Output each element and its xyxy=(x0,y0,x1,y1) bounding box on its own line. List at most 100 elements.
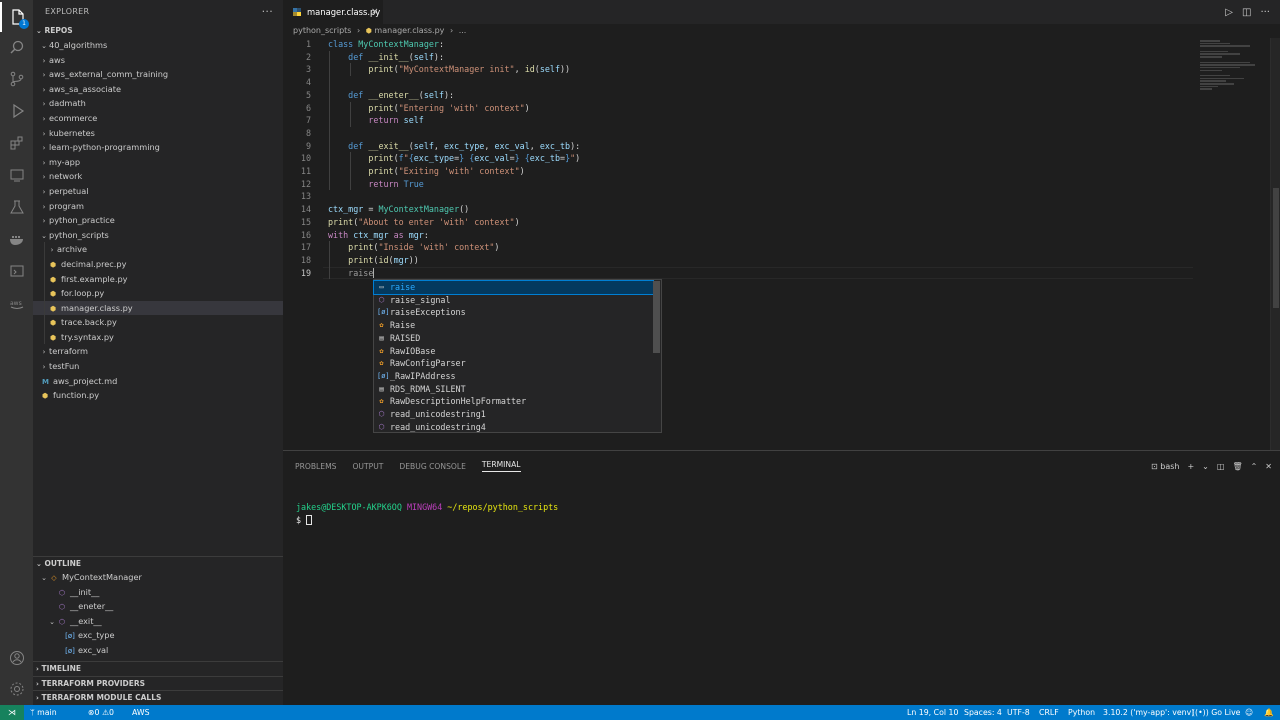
more-editor-actions-icon[interactable]: ··· xyxy=(1260,7,1270,18)
tab-manager-class-py[interactable]: manager.class.py × xyxy=(283,0,383,24)
tree-file[interactable]: ⬢ first.example.py xyxy=(33,271,283,287)
tree-folder[interactable]: › aws xyxy=(33,53,283,68)
suggestion-item[interactable]: [ø] raiseExceptions xyxy=(374,306,653,319)
tree-file[interactable]: ⬢ decimal.prec.py xyxy=(33,256,283,272)
terraform-module-calls-section-header[interactable]: › TERRAFORM MODULE CALLS xyxy=(33,690,283,704)
close-panel-icon[interactable]: ✕ xyxy=(1265,462,1272,471)
suggestion-item[interactable]: [ø] _RawIPAddress xyxy=(374,370,653,383)
indentation[interactable]: Spaces: 4 xyxy=(964,705,1002,720)
notifications-bell-icon[interactable]: 🔔 xyxy=(1264,705,1274,720)
tree-file[interactable]: ⬢ function.py xyxy=(33,388,283,403)
tree-file[interactable]: ⬢ trace.back.py xyxy=(33,315,283,330)
panel-tab-output[interactable]: OUTPUT xyxy=(352,462,383,471)
aws-icon[interactable]: aws xyxy=(0,288,33,318)
tree-folder[interactable]: ⌄ 40_algorithms xyxy=(33,38,283,53)
suggestion-item[interactable]: ▤ RAISED xyxy=(374,332,653,345)
tree-file[interactable]: ⬢ try.syntax.py xyxy=(33,329,283,345)
tree-file[interactable]: ⬢ manager.class.py xyxy=(33,300,283,316)
cursor-position[interactable]: Ln 19, Col 10 xyxy=(907,705,958,720)
feedback-icon[interactable]: ☺ xyxy=(1245,705,1253,720)
terraform-providers-section-header[interactable]: › TERRAFORM PROVIDERS xyxy=(33,676,283,690)
suggestion-item[interactable]: ⬡ read_unicodestring4 xyxy=(374,421,653,434)
tree-folder[interactable]: › dadmath xyxy=(33,96,283,111)
terminal-view-icon[interactable] xyxy=(0,256,33,286)
terminal-shell-selector[interactable]: ⊡ bash xyxy=(1151,462,1179,471)
tree-folder[interactable]: › testFun xyxy=(33,359,283,374)
tree-folder[interactable]: ⌄ python_scripts xyxy=(33,228,283,243)
tree-folder[interactable]: › archive xyxy=(33,242,283,257)
chevron-right-icon: › xyxy=(42,217,46,226)
source-control-icon[interactable] xyxy=(0,64,33,94)
branch-indicator[interactable]: ᛘ main xyxy=(30,705,57,720)
terminal-output[interactable]: jakes@DESKTOP-AKPK6OQ MINGW64 ~/repos/py… xyxy=(296,501,558,526)
remote-explorer-icon[interactable] xyxy=(0,160,33,190)
suggestion-item[interactable]: ⬡ raise_signal xyxy=(374,294,653,307)
kill-terminal-icon[interactable]: 🗑 xyxy=(1232,462,1242,471)
terminal-dropdown-icon[interactable]: ⌄ xyxy=(1202,462,1209,471)
panel-tab-problems[interactable]: PROBLEMS xyxy=(295,462,336,471)
close-tab-icon[interactable]: × xyxy=(371,0,379,24)
tree-file[interactable]: Maws_project.md xyxy=(33,374,283,389)
tree-folder[interactable]: › aws_external_comm_training xyxy=(33,67,283,82)
tree-folder[interactable]: › aws_sa_associate xyxy=(33,82,283,97)
tree-folder[interactable]: › ecommerce xyxy=(33,111,283,126)
new-terminal-icon[interactable]: + xyxy=(1187,462,1194,471)
panel-tab-debug-console[interactable]: DEBUG CONSOLE xyxy=(399,462,466,471)
remote-indicator-icon[interactable]: ⋊ xyxy=(0,705,24,720)
minimap[interactable] xyxy=(1200,40,1270,100)
breadcrumb-more[interactable]: ... xyxy=(459,26,467,35)
line-ending[interactable]: CRLF xyxy=(1039,705,1059,720)
aws-status[interactable]: AWS xyxy=(132,705,150,720)
suggestion-item[interactable]: ✿ RawDescriptionHelpFormatter xyxy=(374,395,653,408)
suggestion-scrollbar[interactable] xyxy=(653,281,660,353)
split-terminal-icon[interactable]: ◫ xyxy=(1217,462,1225,471)
scrollbar-thumb[interactable] xyxy=(1273,188,1279,308)
tree-folder[interactable]: › kubernetes xyxy=(33,126,283,141)
go-live-button[interactable]: ((•)) Go Live xyxy=(1192,705,1240,720)
tree-folder[interactable]: › program xyxy=(33,199,283,214)
outline-item[interactable]: ⬡ __eneter__ xyxy=(33,599,283,614)
settings-gear-icon[interactable] xyxy=(0,674,33,704)
breadcrumb-folder[interactable]: python_scripts xyxy=(293,26,351,35)
extensions-icon[interactable] xyxy=(0,128,33,158)
suggestion-item[interactable]: ⬡ read_unicodestring1 xyxy=(374,408,653,421)
tree-folder[interactable]: › learn-python-programming xyxy=(33,140,283,155)
language-mode[interactable]: Python xyxy=(1068,705,1095,720)
search-icon[interactable] xyxy=(0,33,33,63)
outline-item[interactable]: [ø] exc_val xyxy=(33,643,283,658)
outline-item[interactable]: ⌄ ⬡ __exit__ xyxy=(33,614,283,629)
testing-icon[interactable] xyxy=(0,192,33,222)
tree-folder[interactable]: › terraform xyxy=(33,344,283,359)
tree-folder[interactable]: › my-app xyxy=(33,155,283,170)
run-debug-icon[interactable] xyxy=(0,96,33,126)
breadcrumb-file[interactable]: manager.class.py xyxy=(374,26,444,35)
suggestion-item[interactable]: ✿ RawConfigParser xyxy=(374,357,653,370)
repos-section-header[interactable]: ⌄ REPOS xyxy=(33,24,73,38)
outline-item[interactable]: ⬡ __init__ xyxy=(33,585,283,600)
timeline-section-header[interactable]: › TIMELINE xyxy=(33,661,283,675)
more-actions-icon[interactable]: ··· xyxy=(262,0,273,24)
docker-icon[interactable] xyxy=(0,224,33,254)
split-editor-icon[interactable]: ◫ xyxy=(1242,7,1251,18)
suggestion-item[interactable]: ▭ raise xyxy=(373,280,654,295)
suggestion-item[interactable]: ✿ RawIOBase xyxy=(374,345,653,358)
outline-section-header[interactable]: ⌄ OUTLINE xyxy=(33,556,283,570)
tree-folder[interactable]: › perpetual xyxy=(33,184,283,199)
tree-folder[interactable]: › network xyxy=(33,169,283,184)
panel-tab-terminal[interactable]: TERMINAL xyxy=(481,460,521,472)
outline-item[interactable]: ⌄ ◇ MyContextManager xyxy=(33,570,283,585)
account-icon[interactable] xyxy=(0,643,33,673)
run-python-icon[interactable]: ▷ xyxy=(1225,7,1233,18)
suggestion-item[interactable]: ▤ RDS_RDMA_SILENT xyxy=(374,383,653,396)
explorer-icon[interactable]: 1 xyxy=(0,2,33,32)
suggestion-item[interactable]: ✿ Raise xyxy=(374,319,653,332)
encoding[interactable]: UTF-8 xyxy=(1007,705,1030,720)
problems-indicator[interactable]: ⊗0 ⚠0 xyxy=(88,705,114,720)
outline-item[interactable]: [ø] exc_type xyxy=(33,628,283,643)
maximize-panel-icon[interactable]: ⌃ xyxy=(1251,462,1258,471)
tree-file[interactable]: ⬢ for.loop.py xyxy=(33,286,283,301)
code-line-17: print("Inside 'with' context") xyxy=(348,242,500,253)
editor-scrollbar[interactable] xyxy=(1270,38,1280,450)
python-interpreter[interactable]: 3.10.2 ('my-app': venv) xyxy=(1103,705,1194,720)
tree-folder[interactable]: › python_practice xyxy=(33,213,283,228)
